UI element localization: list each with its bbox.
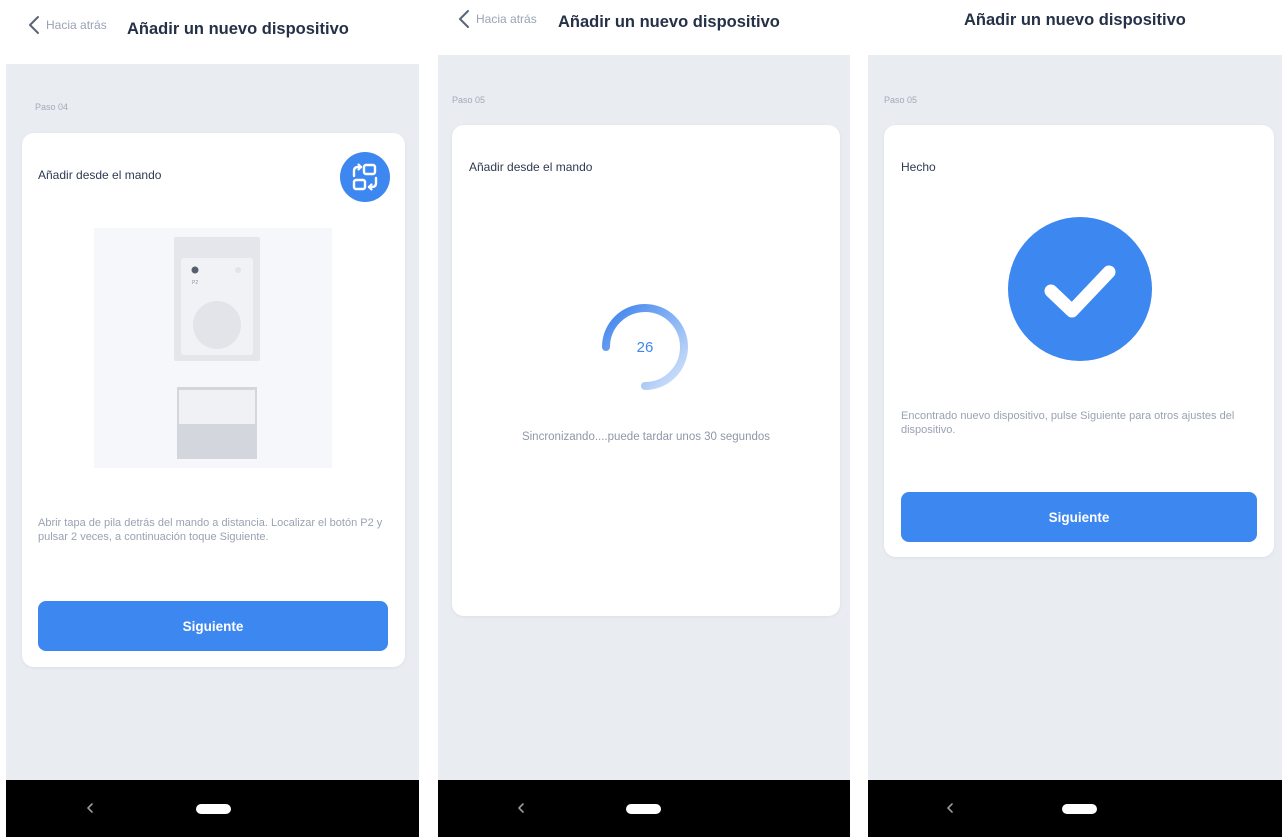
next-button[interactable]: Siguiente [38,601,388,651]
card: Añadir desde el mando P2 Abrir tapa de p… [22,133,405,667]
nav-home-button[interactable] [196,804,231,814]
card: Hecho Encontrado nuevo dispositivo, puls… [884,125,1274,557]
nav-back-icon[interactable] [944,801,956,815]
sync-status-text: Sincronizando....puede tardar unos 30 se… [521,431,771,443]
screen-step-04: Hacia atrás Añadir un nuevo dispositivo … [0,0,425,837]
content-area: Paso 05 Añadir desde el mando 26 Sincron… [438,55,850,780]
back-label: Hacia atrás [476,12,537,26]
nav-back-icon[interactable] [515,801,527,815]
card: Añadir desde el mando 26 Sincronizando..… [452,125,840,616]
back-label: Hacia atrás [46,18,107,32]
instructions-text: Abrir tapa de pila detrás del mando a di… [38,517,383,543]
step-label: Paso 04 [35,102,69,112]
content-area: Paso 05 Hecho Encontrado nuevo dispositi… [868,55,1282,780]
remote-control-illustration: P2 [94,228,332,468]
nav-back-icon[interactable] [84,801,96,815]
success-message: Encontrado nuevo dispositivo, pulse Sigu… [901,410,1235,436]
countdown-value: 26 [636,338,654,356]
nav-home-button[interactable] [626,804,661,814]
remote-button-label: P2 [192,280,198,286]
card-title: Añadir desde el mando [469,160,593,174]
system-nav-bar [6,780,419,837]
next-button[interactable]: Siguiente [901,492,1257,542]
back-button[interactable]: Hacia atrás [456,8,537,30]
card-title: Añadir desde el mando [38,168,162,182]
system-nav-bar [438,780,850,837]
content-area: Paso 04 Añadir desde el mando P2 Abrir t… [6,64,419,780]
step-label: Paso 05 [452,95,486,105]
card-title: Hecho [901,160,936,174]
page-title: Añadir un nuevo dispositivo [127,20,349,38]
screen-step-05-done: Añadir un nuevo dispositivo Paso 05 Hech… [862,0,1288,837]
swap-arrows-icon[interactable] [340,152,390,202]
chevron-left-icon [29,16,39,34]
progress-spinner: 26 [598,300,692,394]
step-label: Paso 05 [884,95,918,105]
page-title: Añadir un nuevo dispositivo [964,11,1186,29]
check-circle-icon [1008,217,1152,361]
page-title: Añadir un nuevo dispositivo [558,13,780,31]
system-nav-bar [868,780,1282,837]
nav-home-button[interactable] [1062,804,1097,814]
screen-step-05-sync: Hacia atrás Añadir un nuevo dispositivo … [432,0,856,837]
back-button[interactable]: Hacia atrás [26,14,107,36]
chevron-left-icon [459,10,469,28]
header: Hacia atrás Añadir un nuevo dispositivo [0,0,425,64]
